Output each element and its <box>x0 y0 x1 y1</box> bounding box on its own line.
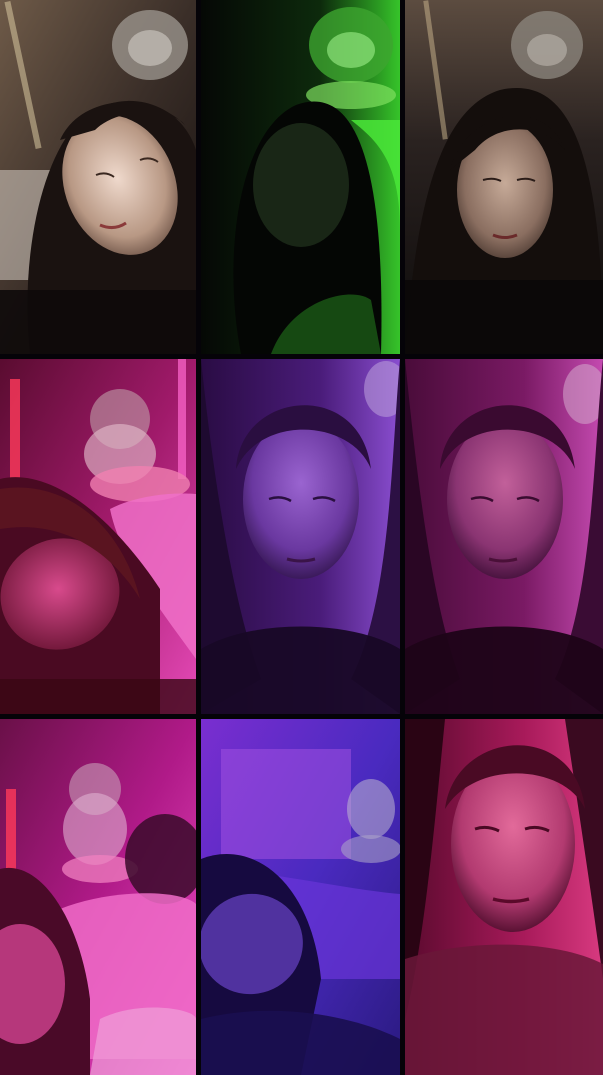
photo-r1c1-image <box>0 0 196 354</box>
photo-r2c2-image <box>201 359 400 714</box>
photo-tile-r2c3 <box>405 359 603 714</box>
photo-r1c3-image <box>405 0 603 354</box>
photo-r1c2-image <box>201 0 400 354</box>
photo-tile-r3c1 <box>0 719 196 1075</box>
photo-tile-r1c1 <box>0 0 196 354</box>
photo-r2c3-image <box>405 359 603 714</box>
photo-tile-r2c1 <box>0 359 196 714</box>
photo-tile-r1c3 <box>405 0 603 354</box>
photo-r3c3-image <box>405 719 603 1075</box>
photo-tile-r3c2 <box>201 719 400 1075</box>
photo-tile-r2c2 <box>201 359 400 714</box>
photo-r3c2-image <box>201 719 400 1075</box>
photo-collage-grid <box>0 0 603 1075</box>
photo-r2c1-image <box>0 359 196 714</box>
photo-r3c1-image <box>0 719 196 1075</box>
photo-tile-r1c2 <box>201 0 400 354</box>
photo-tile-r3c3 <box>405 719 603 1075</box>
